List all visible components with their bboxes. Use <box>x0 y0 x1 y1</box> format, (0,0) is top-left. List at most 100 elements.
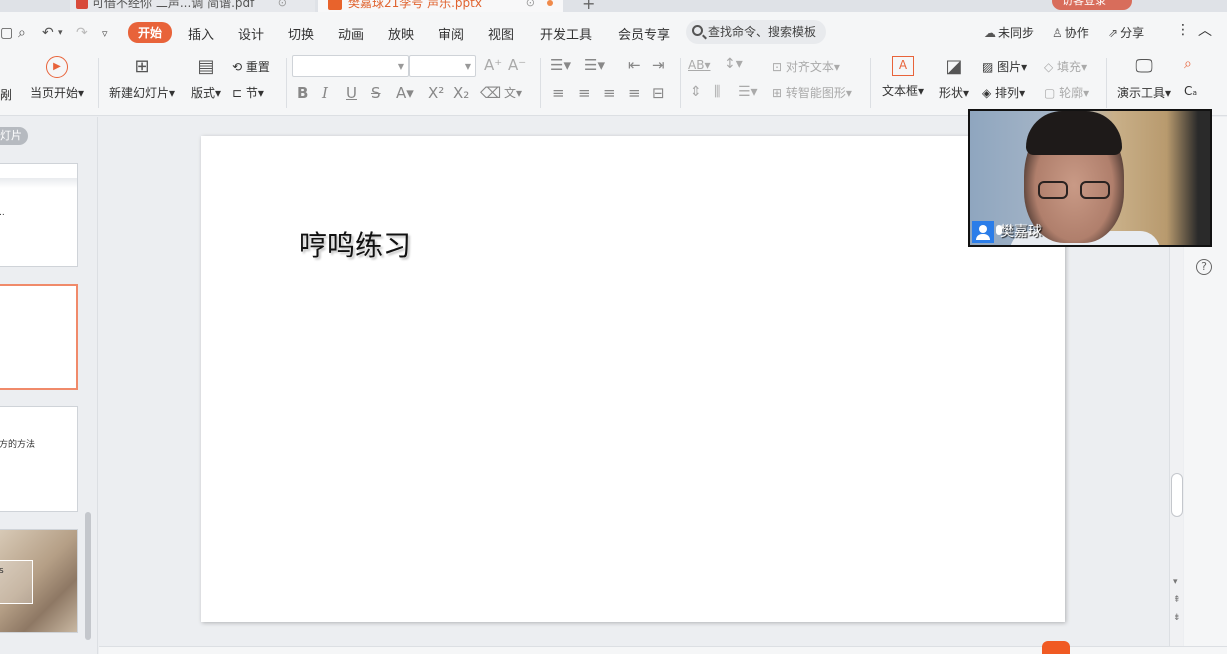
slide-title-text[interactable]: 哼鸣练习 <box>299 224 411 264</box>
collapse-ribbon-icon[interactable]: ︿ <box>1198 20 1212 40</box>
slides-tab[interactable]: 灯片 <box>0 127 28 145</box>
command-search-input[interactable]: 查找命令、搜索模板 <box>686 20 826 44</box>
next-slide-icon[interactable]: ⇟ <box>1173 613 1181 623</box>
superscript-icon[interactable]: X² <box>428 84 444 102</box>
participant-name-bar: 樊嘉球 <box>972 221 1042 243</box>
replace-icon[interactable]: Cₐ <box>1184 84 1197 98</box>
layout-icon: ▤ <box>197 56 215 77</box>
slide-thumbnail-2[interactable] <box>0 284 78 390</box>
numbering-icon[interactable]: ☰▾ <box>584 56 605 74</box>
webcam-video-window[interactable]: 樊嘉球 <box>968 109 1212 247</box>
find-icon[interactable]: ⌕ <box>1184 56 1192 72</box>
tab-pptx-document[interactable]: 樊嘉球21李号 声乐.pptx ⊙ <box>318 0 563 12</box>
align-left-icon[interactable]: ≡ <box>552 84 565 102</box>
reset-button[interactable]: ⟲ 重置 <box>232 58 270 75</box>
bold-icon[interactable]: B <box>297 84 308 102</box>
menu-home[interactable]: 开始 <box>128 22 173 43</box>
shape-button[interactable]: ◪ 形状▾ <box>934 56 974 101</box>
distribute-icon[interactable]: ⊟ <box>652 84 665 102</box>
search-icon <box>692 25 703 36</box>
ribbon-divider <box>98 58 99 108</box>
textbox-label: 文本框 <box>881 84 918 98</box>
text-direction-button[interactable]: AB▾ <box>688 58 710 72</box>
italic-icon[interactable]: I <box>322 84 328 102</box>
fill-button[interactable]: ◇ 填充▾ <box>1044 58 1087 75</box>
menu-slideshow[interactable]: 放映 <box>388 24 414 43</box>
menu-design[interactable]: 设计 <box>238 24 264 43</box>
help-icon[interactable]: ? <box>1196 259 1212 275</box>
align-center-icon[interactable]: ≡ <box>578 84 591 102</box>
prev-slide-icon[interactable]: ⇞ <box>1173 595 1181 605</box>
increase-indent-icon[interactable]: ⇥ <box>652 56 665 74</box>
menu-developer[interactable]: 开发工具 <box>540 24 592 43</box>
arrange-button[interactable]: ◈ 排列▾ <box>982 84 1025 101</box>
menu-member[interactable]: 会员专享 <box>618 24 670 43</box>
columns-icon[interactable]: ⫼ <box>714 84 720 100</box>
outline-icon: ▢ <box>1044 86 1060 100</box>
align-right-icon[interactable]: ≡ <box>603 84 616 102</box>
input-method-icon[interactable] <box>1042 641 1070 654</box>
smart-art-button[interactable]: ⊞ 转智能图形▾ <box>772 84 852 101</box>
new-slide-button[interactable]: ⊞ 新建幻灯片▾ <box>106 56 178 101</box>
font-family-select[interactable]: ▼ <box>292 55 409 77</box>
slide-thumbnail-1[interactable]: .. <box>0 163 78 267</box>
outline-button[interactable]: ▢ 轮廓▾ <box>1044 84 1089 101</box>
line-spacing-icon[interactable]: ↕▾ <box>724 56 743 72</box>
presentation-tools-button[interactable]: 🖵 演示工具▾ <box>1114 56 1174 101</box>
textbox-button[interactable]: A 文本框▾ <box>878 56 928 99</box>
justify-icon[interactable]: ≡ <box>628 84 641 102</box>
tab-pdf-document[interactable]: 可借不经你 二声...调 简谱.pdf ⊙ <box>70 0 315 12</box>
section-button[interactable]: ⊏ 节▾ <box>232 84 264 101</box>
pin-icon[interactable]: ⊙ <box>278 0 287 12</box>
share-button[interactable]: ⇗ 分享 <box>1108 24 1144 41</box>
current-slide[interactable]: 哼鸣练习 <box>201 136 1065 622</box>
phonetic-guide-icon[interactable]: 文▾ <box>504 84 522 101</box>
undo-icon[interactable]: ↶ <box>42 25 54 41</box>
strikethrough-icon[interactable]: S <box>371 84 381 102</box>
list-spacing-icon[interactable]: ☰▾ <box>738 84 758 100</box>
underline-icon[interactable]: U <box>346 84 357 102</box>
subscript-icon[interactable]: X₂ <box>453 84 469 102</box>
paragraph-spacing-icon[interactable]: ⇕ <box>690 84 702 100</box>
sync-button[interactable]: ☁ 未同步 <box>984 24 1034 41</box>
collab-button[interactable]: ♙ 协作 <box>1052 24 1089 41</box>
title-bar: 可借不经你 二声...调 简谱.pdf ⊙ 樊嘉球21李号 声乐.pptx ⊙ … <box>0 0 1227 12</box>
decrease-indent-icon[interactable]: ⇤ <box>628 56 641 74</box>
section-icon: ⊏ <box>232 86 246 100</box>
print-preview-icon[interactable]: ⌕ <box>18 25 26 41</box>
save-icon[interactable]: ▢ <box>0 25 13 41</box>
menu-transitions[interactable]: 切换 <box>288 24 314 43</box>
menu-view[interactable]: 视图 <box>488 24 514 43</box>
panel-scrollbar[interactable] <box>85 512 91 640</box>
scroll-down-icon[interactable]: ▾ <box>1173 577 1178 587</box>
font-color-icon[interactable]: A▾ <box>396 84 414 102</box>
section-label: 节 <box>245 86 258 100</box>
menu-review[interactable]: 审阅 <box>438 24 464 43</box>
play-icon: ▶ <box>46 56 68 78</box>
pin-icon[interactable]: ⊙ <box>526 0 535 12</box>
clear-format-icon[interactable]: ⌫ <box>480 84 501 102</box>
layout-button[interactable]: ▤ 版式▾ <box>186 56 226 101</box>
scrollbar-thumb[interactable] <box>1171 473 1183 517</box>
increase-font-icon[interactable]: A⁺ <box>484 56 502 74</box>
redo-icon[interactable]: ↷ <box>76 25 88 41</box>
fill-label: 填充 <box>1057 60 1082 74</box>
slide-thumbnail-4[interactable]: s <box>0 529 78 633</box>
more-icon[interactable]: ⋮ <box>1176 22 1190 38</box>
login-button[interactable]: 访客登录 <box>1052 0 1132 10</box>
menu-insert[interactable]: 插入 <box>188 24 214 43</box>
slide-thumbnail-3[interactable]: 方的方法 <box>0 406 78 512</box>
decrease-font-icon[interactable]: A⁻ <box>508 56 526 74</box>
undo-dropdown-icon[interactable]: ▾ <box>58 28 63 38</box>
cloud-icon: ☁ <box>984 26 996 40</box>
play-from-current-button[interactable]: ▶ 当页开始▾ <box>26 56 88 101</box>
picture-button[interactable]: ▨ 图片▾ <box>982 58 1027 75</box>
menu-animations[interactable]: 动画 <box>338 24 364 43</box>
customize-quick-access-icon[interactable]: ▿ <box>102 27 108 40</box>
new-tab-icon[interactable]: + <box>582 0 595 12</box>
align-text-button[interactable]: ⊡ 对齐文本▾ <box>772 58 840 75</box>
font-size-select[interactable]: ▼ <box>409 55 476 77</box>
bullets-icon[interactable]: ☰▾ <box>550 56 571 74</box>
fill-icon: ◇ <box>1044 60 1058 74</box>
picture-icon: ▨ <box>982 60 998 74</box>
